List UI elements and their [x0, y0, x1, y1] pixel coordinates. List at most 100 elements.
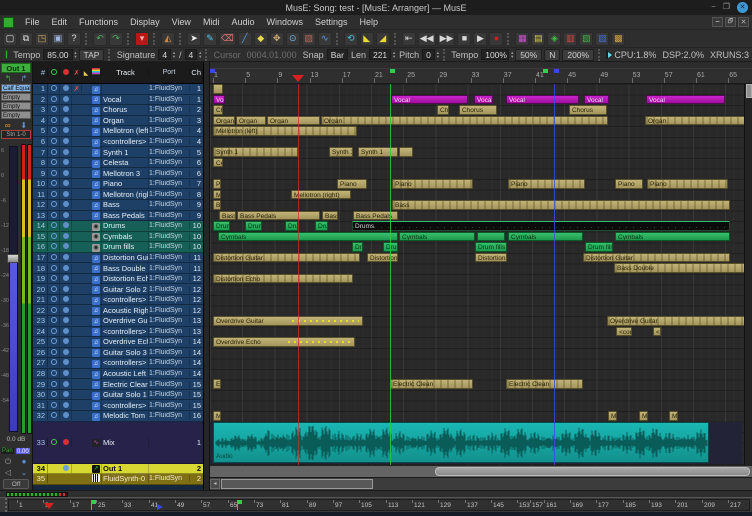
part-distortion-guitar[interactable]: Distortion Guitar	[213, 253, 360, 263]
whats-this-button[interactable]: ?	[67, 32, 81, 46]
part-pi[interactable]: Pi	[213, 179, 221, 189]
zoom-200-button[interactable]: 200%	[562, 49, 594, 61]
stop-button[interactable]: ■	[457, 32, 471, 46]
menu-view[interactable]: View	[166, 17, 197, 27]
track-name[interactable]: Electric Clean	[102, 380, 149, 389]
track-name[interactable]: <controllers>	[102, 401, 149, 410]
part-canvas[interactable]: VoVocalVocalVocalVocalVocalChChChorusCho…	[210, 84, 752, 465]
canvas-horizontal-scrollbar[interactable]: ◂	[210, 477, 752, 490]
track-arm-icon[interactable]	[48, 126, 60, 135]
track-row[interactable]: 2♫Vocal1:FluidSyn1	[33, 95, 203, 106]
track-port[interactable]: 1:FluidSyn	[149, 412, 190, 419]
track-monitor-icon[interactable]	[60, 190, 72, 199]
track-row[interactable]: 23♫Overdrive Guitar1:FluidSyn13	[33, 316, 203, 327]
track-monitor-icon[interactable]	[60, 401, 72, 410]
snap-select[interactable]: Bar ▾	[327, 49, 348, 60]
menu-help[interactable]: Help	[354, 17, 385, 27]
play-button[interactable]: ▶	[473, 32, 487, 46]
new-from-template-button[interactable]: ⧉	[19, 32, 33, 46]
track-name[interactable]: Bass	[102, 200, 149, 209]
track-channel[interactable]: 13	[190, 327, 203, 336]
track-port[interactable]: 1:FluidSyn	[149, 180, 190, 187]
track-name[interactable]: Mellotron (left)	[102, 126, 149, 135]
new-file-button[interactable]: ▢	[3, 32, 17, 46]
track-name[interactable]: FluidSynth-0	[102, 474, 149, 483]
track-channel[interactable]: 7	[190, 179, 203, 188]
track-channel[interactable]: 11	[190, 253, 203, 262]
track-row[interactable]: 6♫<controllers>1:FluidSyn4	[33, 137, 203, 148]
track-row[interactable]: 30♫Guitar Solo 11:FluidSyn15	[33, 390, 203, 401]
track-arm-icon[interactable]	[48, 411, 60, 420]
track-channel[interactable]: 2	[190, 474, 203, 483]
track-arm-icon[interactable]	[48, 169, 60, 178]
part-m[interactable]: M	[213, 190, 221, 200]
track-channel[interactable]: 1	[190, 95, 203, 104]
track-arm-icon[interactable]	[48, 295, 60, 304]
track-monitor-icon[interactable]	[60, 380, 72, 389]
part[interactable]	[213, 84, 223, 94]
track-arm-icon[interactable]	[48, 221, 60, 230]
len-spinner[interactable]: ▲▼	[392, 51, 396, 59]
arranger-window-button[interactable]: ▧	[579, 32, 593, 46]
track-row[interactable]: 11♫Mellotron (right)1:FluidSyn8	[33, 189, 203, 200]
part-organ[interactable]: Organ	[321, 116, 608, 126]
part-piano[interactable]: Piano	[337, 179, 367, 189]
part-vocal[interactable]: Vocal	[474, 95, 493, 105]
track-arm-icon[interactable]	[48, 95, 60, 104]
part--con[interactable]: <con	[616, 327, 632, 337]
track-monitor-icon[interactable]	[60, 200, 72, 209]
part-piano[interactable]: Piano	[392, 179, 473, 189]
punch-marker-button[interactable]: ▾	[135, 32, 149, 46]
track-name[interactable]: <controllers>	[102, 137, 149, 146]
track-monitor-icon[interactable]	[60, 232, 72, 241]
track-arm-icon[interactable]	[48, 438, 60, 447]
part-distortion-echo[interactable]: Distortion Echo	[213, 274, 353, 284]
part-cymbals[interactable]: Cymbals	[615, 232, 730, 242]
menu-display[interactable]: Display	[124, 17, 166, 27]
overview-grip[interactable]	[0, 498, 7, 512]
track-row[interactable]: 32♫Melodic Tom1:FluidSyn16	[33, 411, 203, 422]
tempo-scale-input[interactable]: 100%	[481, 49, 509, 60]
bigtime-window-button[interactable]: ▨	[595, 32, 609, 46]
track-arm-icon[interactable]	[48, 348, 60, 357]
part-m[interactable]: M	[639, 411, 648, 421]
effect-rack-slot[interactable]: Empty	[1, 111, 31, 119]
pan-tool-button[interactable]: ✥	[270, 32, 284, 46]
signature-numerator-spinner[interactable]: ▲▼	[172, 51, 176, 59]
track-arm-icon[interactable]	[48, 401, 60, 410]
track-port[interactable]: 1:FluidSyn	[149, 381, 190, 388]
track-arm-icon[interactable]	[48, 200, 60, 209]
track-row[interactable]: 24♫<controllers>1:FluidSyn13	[33, 327, 203, 338]
pencil-tool-button[interactable]: ✎	[203, 32, 217, 46]
signature-denominator-input[interactable]: 4	[185, 49, 198, 60]
part--c[interactable]: <c	[653, 327, 661, 337]
zoom-50-button[interactable]: 50%	[515, 49, 542, 61]
track-row[interactable]: 1✗♫1:FluidSyn1	[33, 84, 203, 95]
track-channel[interactable]: 4	[190, 137, 203, 146]
menu-edit[interactable]: Edit	[46, 17, 74, 27]
track-name[interactable]: Out 1	[102, 464, 149, 473]
header-monitor-icon[interactable]	[60, 68, 72, 77]
part-ba[interactable]: Ba	[213, 200, 221, 210]
forward-button[interactable]: ▶▶	[438, 32, 456, 46]
part-drum[interactable]: Drum	[285, 221, 298, 231]
track-monitor-icon[interactable]	[60, 327, 72, 336]
track-row[interactable]: 13♫Bass Pedals1:FluidSyn9	[33, 211, 203, 222]
track-channel[interactable]: 14	[190, 348, 203, 357]
track-port[interactable]: 1:FluidSyn	[149, 307, 190, 314]
track-arm-icon[interactable]	[48, 105, 60, 114]
track-arm-icon[interactable]	[48, 190, 60, 199]
tempo-input[interactable]: 85.00	[43, 49, 72, 60]
overview-right-locator[interactable]	[157, 504, 163, 510]
track-channel[interactable]: 11	[190, 264, 203, 273]
effect-rack-slot[interactable]: Empty	[1, 102, 31, 110]
track-arm-icon[interactable]	[48, 264, 60, 273]
part-ch[interactable]: Ch	[213, 105, 223, 115]
track-port[interactable]: 1:FluidSyn	[149, 296, 190, 303]
track-channel[interactable]: 6	[190, 158, 203, 167]
track-channel[interactable]: 10	[190, 242, 203, 251]
menu-windows[interactable]: Windows	[260, 17, 309, 27]
track-arm-icon[interactable]	[48, 337, 60, 346]
part-vo[interactable]: Vo	[213, 95, 225, 105]
track-name[interactable]: Celesta	[102, 158, 149, 167]
